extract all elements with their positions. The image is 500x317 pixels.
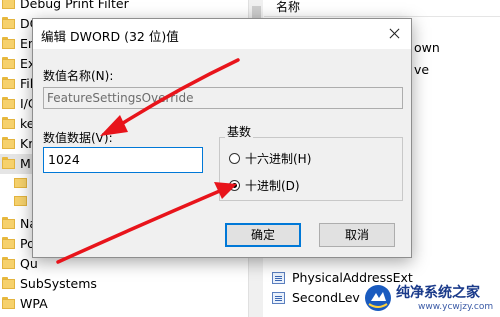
column-header-name[interactable]: 名称 (264, 0, 500, 17)
list-item[interactable]: own (414, 38, 440, 58)
folder-icon (2, 257, 15, 270)
tree-item[interactable]: WPA (0, 294, 248, 314)
dialog-titlebar[interactable]: 编辑 DWORD (32 位)值 (33, 19, 411, 49)
base-group-label: 基数 (225, 123, 254, 140)
folder-icon (2, 277, 15, 290)
tree-item[interactable]: SubSystems (0, 274, 248, 294)
edit-dword-dialog: 编辑 DWORD (32 位)值 数值名称(N): FeatureSetting… (32, 18, 412, 258)
folder-icon (2, 37, 15, 50)
watermark-title: 纯净系统之家 (396, 285, 480, 301)
site-watermark: 纯净系统之家 www.ycwjzy.com (360, 282, 500, 317)
subfolder-icon[interactable] (14, 176, 28, 190)
registry-binary-value-icon (272, 292, 285, 304)
tree-item[interactable]: Debug Print Filter (0, 0, 248, 14)
folder-icon (2, 57, 15, 70)
folder-icon (2, 137, 15, 150)
watermark-logo-icon (365, 285, 391, 311)
folder-icon (2, 17, 15, 30)
folder-icon (2, 117, 15, 130)
subfolder-icon[interactable] (14, 194, 28, 208)
list-item[interactable]: ve (414, 60, 429, 80)
value-name-label: 数值名称(N): (43, 69, 114, 83)
close-icon[interactable] (377, 19, 411, 49)
radio-checked-icon[interactable] (229, 180, 240, 191)
folder-icon (2, 217, 15, 230)
value-data-label: 数值数据(V): (43, 131, 113, 145)
folder-icon (2, 97, 15, 110)
dialog-title: 编辑 DWORD (32 位)值 (41, 29, 179, 44)
registry-binary-value-icon (272, 272, 285, 284)
value-data-input[interactable]: 1024 (43, 147, 203, 173)
folder-icon (2, 0, 15, 10)
folder-icon (2, 77, 15, 90)
watermark-url: www.ycwjzy.com (418, 302, 494, 312)
radio-unchecked-icon[interactable] (229, 153, 240, 164)
folder-icon (2, 297, 15, 310)
folder-icon (2, 157, 15, 170)
ok-button[interactable]: 确定 (225, 223, 301, 247)
folder-icon (2, 237, 15, 250)
value-name-field: FeatureSettingsOverride (43, 87, 403, 109)
cancel-button[interactable]: 取消 (319, 223, 395, 247)
